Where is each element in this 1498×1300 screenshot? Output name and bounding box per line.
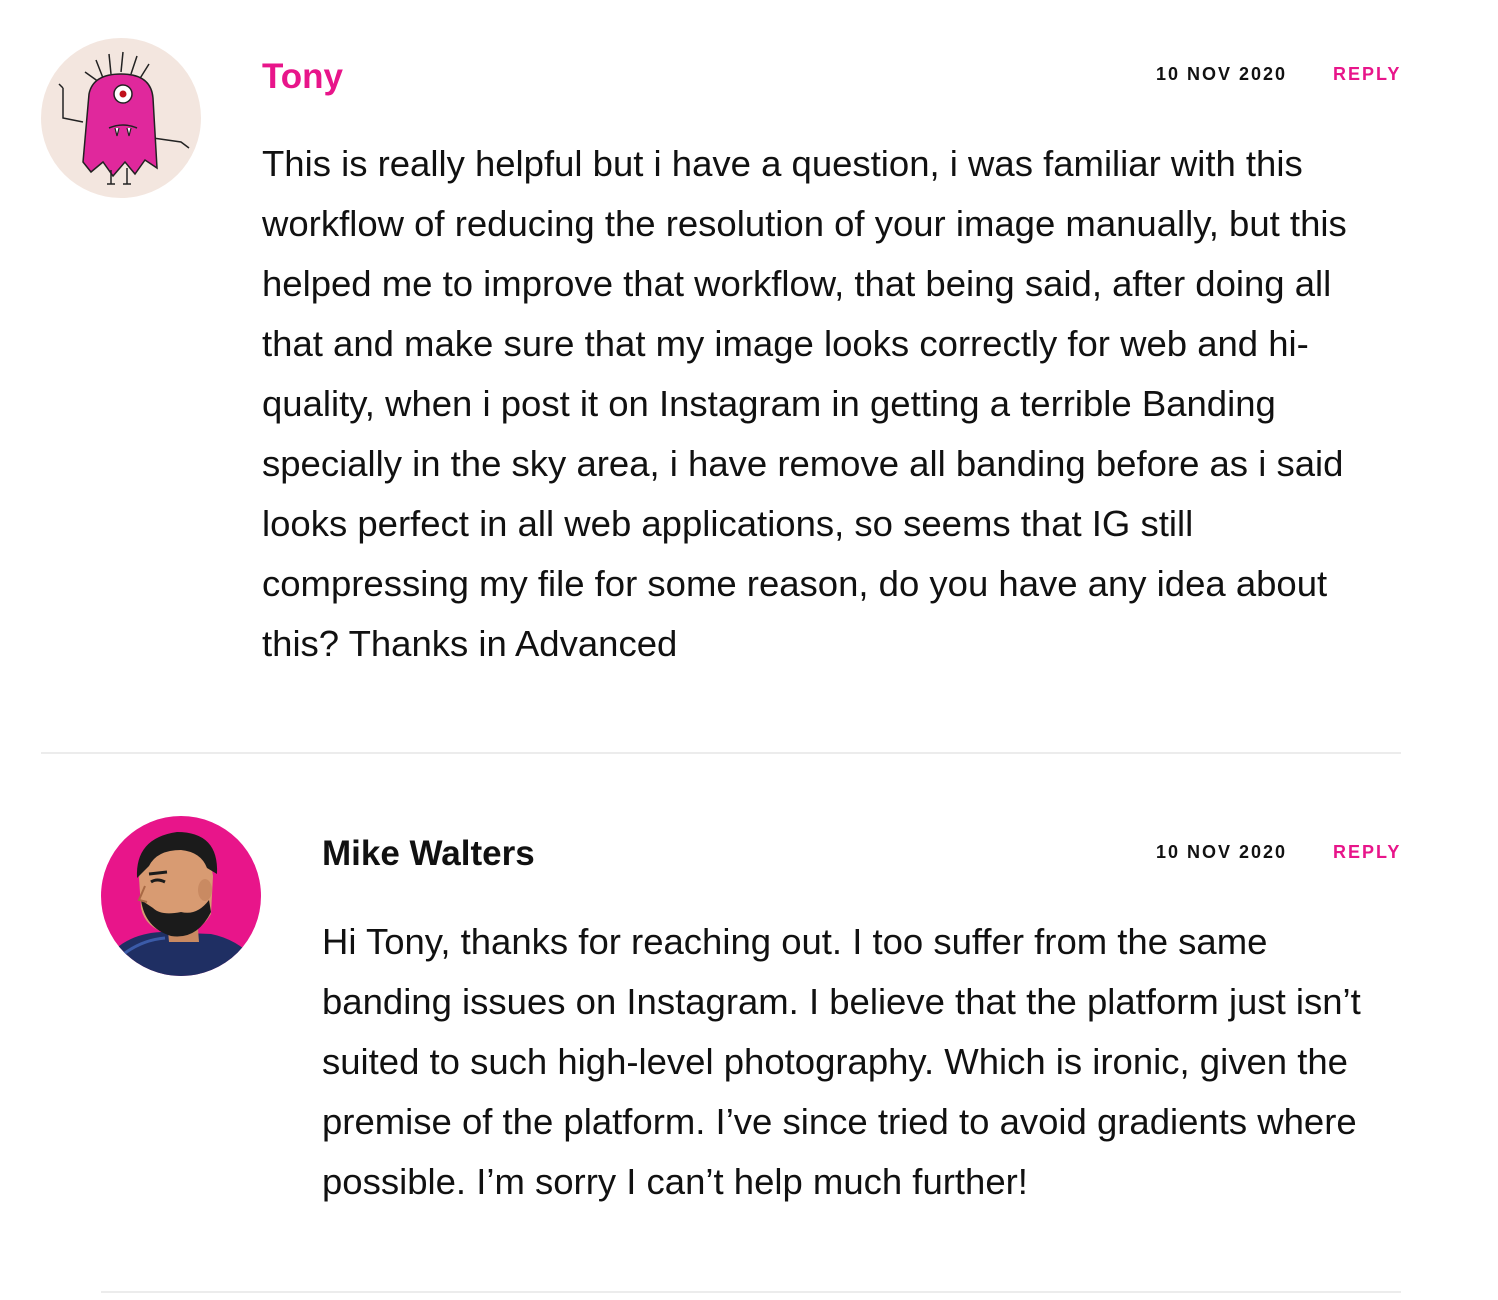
pink-monster-icon bbox=[41, 38, 201, 198]
reply-button[interactable]: REPLY bbox=[1333, 841, 1401, 863]
divider bbox=[101, 1291, 1401, 1293]
avatar bbox=[41, 38, 201, 198]
bearded-man-icon bbox=[101, 816, 261, 976]
divider bbox=[41, 752, 1401, 754]
comment-date: 10 NOV 2020 bbox=[1156, 842, 1288, 862]
comment-author[interactable]: Tony bbox=[262, 57, 343, 97]
comment-text: This is really helpful but i have a ques… bbox=[262, 143, 1347, 664]
reply-button[interactable]: REPLY bbox=[1333, 63, 1401, 85]
comment-text: Hi Tony, thanks for reaching out. I too … bbox=[322, 921, 1361, 1202]
comment-date: 10 NOV 2020 bbox=[1156, 64, 1288, 84]
comment-author[interactable]: Mike Walters bbox=[322, 834, 535, 874]
avatar bbox=[101, 816, 261, 976]
